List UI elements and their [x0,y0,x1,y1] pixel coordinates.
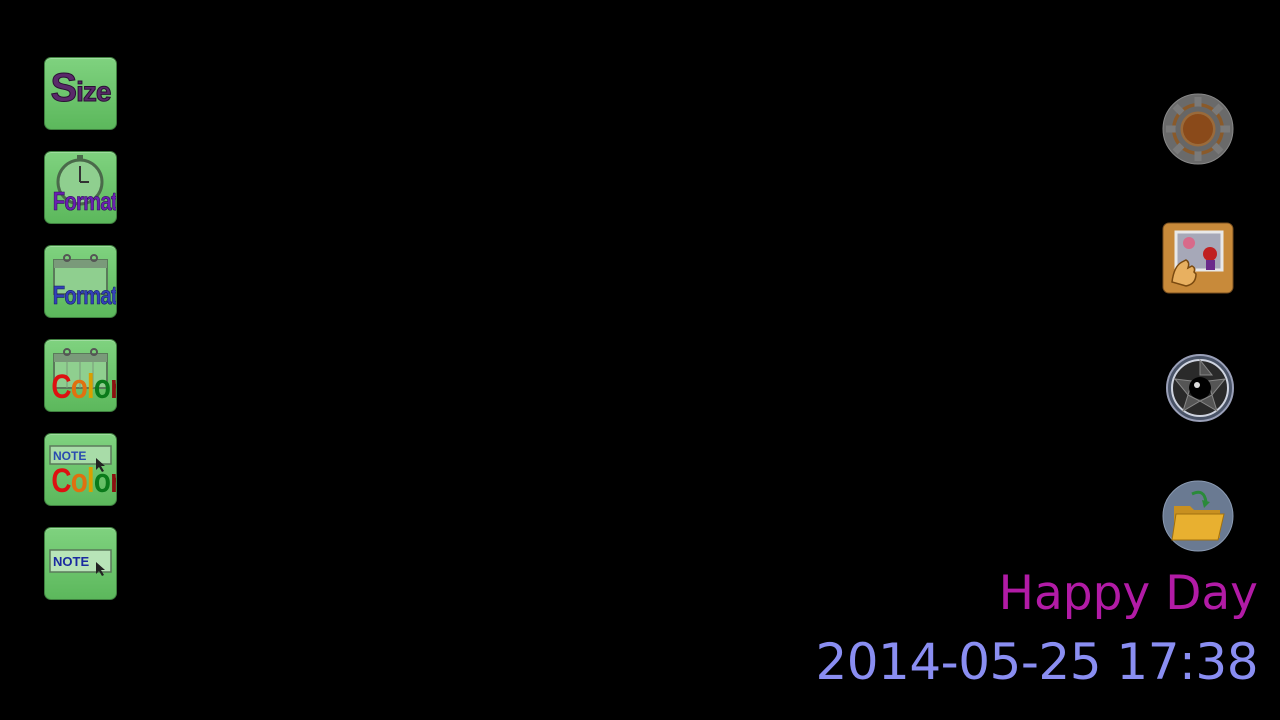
note-button[interactable]: NOTE [44,527,117,600]
date-color-button[interactable]: Color [44,339,117,412]
svg-text:NOTE: NOTE [53,554,89,569]
date-format-button[interactable]: Format [44,245,117,318]
svg-text:NOTE: NOTE [53,449,86,463]
size-button[interactable]: Size [44,57,117,130]
note-color-button[interactable]: NOTE Color [44,433,117,506]
color-label: Color [51,462,116,500]
settings-button[interactable] [1162,93,1234,165]
note-icon: NOTE [49,549,112,576]
color-label: Color [51,368,116,406]
gear-icon [1162,93,1234,165]
left-toolbar: Size Format Format Colo NOTE Colo NOTE [44,57,117,621]
folder-icon [1162,480,1234,552]
camera-shutter-icon [1166,354,1234,422]
screen: Size Format Format Colo NOTE Colo NOTE H… [0,0,1280,720]
camera-button[interactable] [1162,351,1234,423]
time-format-button[interactable]: Format [44,151,117,224]
datetime-text: 2014-05-25 17:38 [815,633,1258,691]
picture-touch-icon [1162,222,1234,294]
note-text: Happy Day [998,566,1258,621]
background-image-button[interactable] [1162,222,1234,294]
folder-button[interactable] [1162,480,1234,552]
size-icon: Size [50,66,112,111]
right-toolbar [1162,93,1238,609]
